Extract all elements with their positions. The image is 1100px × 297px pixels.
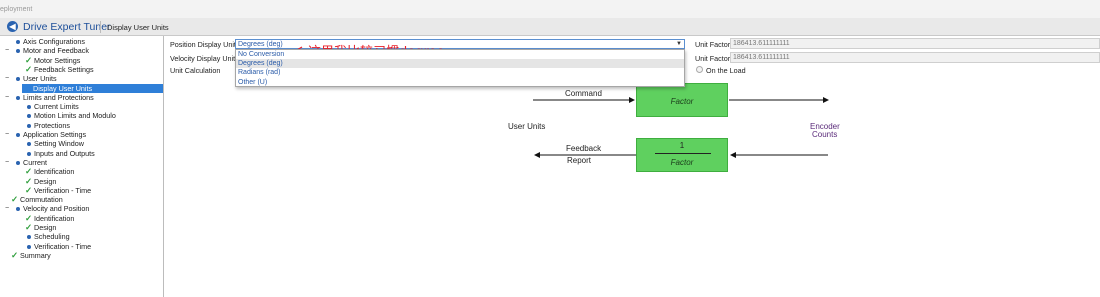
sidebar-item[interactable]: Current Limits xyxy=(0,102,164,111)
app-title: Drive Expert Tuner xyxy=(23,21,111,33)
navigation-tree: Axis Configurations − Motor and Feedback ✓ M… xyxy=(0,36,164,297)
bullet-icon xyxy=(16,95,20,100)
sidebar-item-label: Scheduling xyxy=(34,232,70,242)
check-icon: ✓ xyxy=(11,249,19,260)
collapse-toggle-icon[interactable]: − xyxy=(5,130,9,139)
command-label: Command xyxy=(565,89,602,98)
sidebar-item[interactable]: ✓ Verification - Time xyxy=(0,184,164,195)
sidebar-item[interactable]: Axis Configurations xyxy=(0,37,164,46)
bullet-icon xyxy=(16,133,20,137)
title-bar: ◀ Drive Expert Tuner Display User Units xyxy=(0,18,1100,36)
dropdown-option[interactable]: Other (U) xyxy=(236,78,684,87)
sidebar-item-label: Protections xyxy=(34,120,70,130)
collapse-toggle-icon[interactable]: − xyxy=(5,158,9,167)
sidebar-item-label: Motor Settings xyxy=(34,55,81,65)
fraction-line xyxy=(655,153,711,154)
sidebar-item[interactable]: ✓ Summary xyxy=(0,249,164,260)
feedback-label: Feedback xyxy=(566,144,602,153)
bullet-icon xyxy=(16,40,20,44)
sidebar-item-label: Feedback Settings xyxy=(34,64,94,74)
factor-box: Factor xyxy=(636,83,728,117)
inverse-numerator: 1 xyxy=(679,141,685,150)
sidebar-item-label: Verification - Time xyxy=(34,185,92,195)
sidebar-item-label: Design xyxy=(34,176,57,186)
collapse-toggle-icon[interactable]: − xyxy=(5,93,9,102)
collapse-toggle-icon[interactable]: − xyxy=(5,204,9,213)
counts-label: Counts xyxy=(812,130,838,139)
dropdown-option[interactable]: Degrees (deg) xyxy=(236,59,684,69)
bullet-icon xyxy=(16,160,20,165)
sidebar-item[interactable]: ✓ Commutation xyxy=(0,194,164,205)
bullet-icon xyxy=(27,105,31,110)
check-icon: ✓ xyxy=(25,63,33,74)
check-icon: ✓ xyxy=(25,166,33,177)
sidebar-item-label: Display User Units xyxy=(33,83,93,93)
check-icon: ✓ xyxy=(25,184,33,195)
tab-display-user-units[interactable]: Display User Units xyxy=(107,23,169,32)
bullet-icon xyxy=(16,207,20,212)
sidebar-item[interactable]: Setting Window xyxy=(0,139,164,148)
sidebar-item[interactable]: Inputs and Outputs xyxy=(0,149,164,158)
sidebar-item-label: Axis Configurations xyxy=(23,37,85,46)
sidebar-item-label: User Units xyxy=(23,74,57,84)
top-strip: eployment xyxy=(0,0,1100,18)
dropdown-option[interactable]: Radians (rad) xyxy=(236,68,684,77)
position-units-dropdown: No Conversion Degrees (deg) Radians (rad) O… xyxy=(235,49,685,87)
factor-label: Factor xyxy=(670,97,694,106)
bullet-icon xyxy=(27,244,31,249)
sidebar-item-label: Identification xyxy=(34,167,75,177)
sidebar-item-label: Summary xyxy=(20,250,51,260)
bullet-icon xyxy=(27,151,31,156)
sidebar-item-label: Velocity and Position xyxy=(23,204,90,214)
sidebar-item-label: Application Settings xyxy=(23,130,87,139)
bullet-icon xyxy=(27,123,31,128)
sidebar-item-label: Motion Limits and Modulo xyxy=(34,111,116,121)
inverse-factor-box: 1 Factor xyxy=(636,138,728,172)
bullet-icon xyxy=(16,49,20,54)
collapse-toggle-icon[interactable]: − xyxy=(5,46,9,55)
sidebar-item-label: Identification xyxy=(34,213,75,223)
sidebar-item-label: Design xyxy=(34,223,57,232)
sidebar-item-label: Setting Window xyxy=(34,139,84,149)
sidebar-item[interactable]: Verification - Time xyxy=(0,242,164,251)
user-units-label: User Units xyxy=(508,122,546,131)
check-icon: ✓ xyxy=(25,222,33,232)
sidebar-item[interactable]: − User Units xyxy=(0,74,164,83)
sidebar-item[interactable]: − Application Settings xyxy=(0,130,164,139)
sidebar-item-label: Limits and Protections xyxy=(23,92,94,102)
sidebar-item[interactable]: Motion Limits and Modulo xyxy=(0,111,164,120)
collapse-toggle-icon[interactable]: − xyxy=(5,74,9,83)
sidebar-item-label: Inputs and Outputs xyxy=(34,148,95,158)
dropdown-option[interactable]: No Conversion xyxy=(236,50,684,59)
sidebar-item-label: Motor and Feedback xyxy=(23,46,89,56)
sidebar-item[interactable]: Display User Units xyxy=(22,83,163,93)
sidebar-item-label: Commutation xyxy=(20,195,63,205)
bullet-icon xyxy=(27,235,31,240)
bullet-icon xyxy=(27,142,31,147)
sidebar-item[interactable]: ✓ Design xyxy=(0,222,164,233)
app-logo-icon: ◀ xyxy=(7,21,18,32)
sidebar-item-label: Current Limits xyxy=(34,102,79,112)
title-separator xyxy=(100,21,101,33)
sidebar-item[interactable]: Protections xyxy=(0,121,164,130)
report-label: Report xyxy=(567,156,592,165)
inverse-factor-label: Factor xyxy=(670,158,694,167)
deployment-label: eployment xyxy=(0,6,33,13)
bullet-icon xyxy=(16,77,20,82)
sidebar-item-label: Verification - Time xyxy=(34,241,92,251)
sidebar-item[interactable]: Scheduling xyxy=(0,232,164,241)
main-panel: Position Display Units Velocity Display … xyxy=(165,36,1100,297)
sidebar-item[interactable]: ✓ Feedback Settings xyxy=(0,63,164,74)
check-icon: ✓ xyxy=(11,194,19,205)
sidebar-item[interactable]: − Limits and Protections xyxy=(0,93,164,102)
bullet-icon xyxy=(27,114,31,119)
